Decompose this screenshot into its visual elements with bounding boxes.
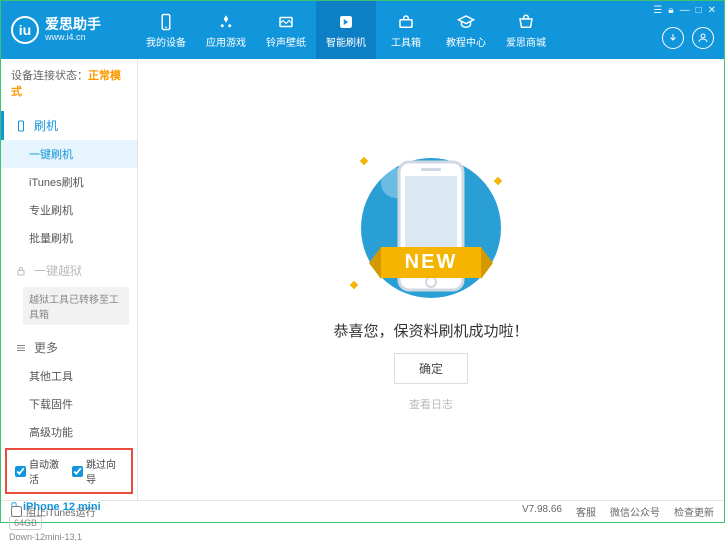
tab-tutorials[interactable]: 教程中心	[436, 1, 496, 59]
download-icon[interactable]	[662, 27, 684, 49]
more-icon	[14, 341, 28, 355]
new-badge: NEW	[381, 247, 482, 278]
flash-icon	[336, 12, 356, 32]
device-model: Down-12mini-13,1	[9, 532, 129, 542]
tab-apps[interactable]: 应用游戏	[196, 1, 256, 59]
minimize-icon[interactable]: —	[680, 5, 690, 16]
toolbox-icon	[396, 12, 416, 32]
section-more[interactable]: 更多	[1, 333, 137, 362]
apps-icon	[216, 12, 236, 32]
cb-block-itunes[interactable]: 阻止iTunes运行	[11, 504, 96, 519]
app-url: www.i4.cn	[45, 33, 101, 43]
lock-icon[interactable]: 🔒︎	[668, 5, 673, 16]
tab-my-device[interactable]: 我的设备	[136, 1, 196, 59]
sidebar-item-other-tools[interactable]: 其他工具	[1, 362, 137, 390]
tutorial-icon	[456, 12, 476, 32]
logo-area: iu 爱思助手 www.i4.cn	[11, 16, 136, 44]
sidebar-item-advanced[interactable]: 高级功能	[1, 418, 137, 446]
nav-tabs: 我的设备 应用游戏 铃声壁纸 智能刷机 工具箱 教程中心 爱思商城	[136, 1, 556, 59]
version-label: V7.98.66	[522, 504, 562, 519]
cb-skip-guide[interactable]: 跳过向导	[72, 456, 123, 486]
check-update-link[interactable]: 检查更新	[674, 504, 714, 519]
menu-icon[interactable]: ☰	[653, 5, 662, 16]
tab-ringtones[interactable]: 铃声壁纸	[256, 1, 316, 59]
lock-small-icon	[14, 264, 28, 278]
wallpaper-icon	[276, 12, 296, 32]
sidebar-item-download-fw[interactable]: 下载固件	[1, 390, 137, 418]
success-illustration: NEW	[331, 148, 531, 308]
maximize-icon[interactable]: □	[696, 5, 702, 16]
app-header: iu 爱思助手 www.i4.cn 我的设备 应用游戏 铃声壁纸 智能刷机 工具…	[1, 1, 724, 59]
logo-icon: iu	[11, 16, 39, 44]
store-icon	[516, 12, 536, 32]
wechat-link[interactable]: 微信公众号	[610, 504, 660, 519]
success-message: 恭喜您，保资料刷机成功啦！	[333, 320, 528, 341]
connection-status: 设备连接状态：正常模式	[1, 59, 137, 107]
phone-icon	[156, 12, 176, 32]
cb-auto-activate[interactable]: 自动激活	[15, 456, 66, 486]
sidebar-item-itunes[interactable]: iTunes刷机	[1, 168, 137, 196]
service-link[interactable]: 客服	[576, 504, 596, 519]
jailbreak-note: 越狱工具已转移至工具箱	[23, 287, 129, 325]
user-icon[interactable]	[692, 27, 714, 49]
section-flash[interactable]: 刷机	[1, 111, 137, 140]
sidebar-item-batch[interactable]: 批量刷机	[1, 224, 137, 252]
section-jailbreak[interactable]: 一键越狱	[1, 256, 137, 285]
confirm-button[interactable]: 确定	[394, 353, 468, 384]
phone-small-icon	[14, 119, 28, 133]
options-highlighted: 自动激活 跳过向导	[5, 448, 133, 494]
sidebar-item-oneclick[interactable]: 一键刷机	[1, 140, 137, 168]
app-title: 爱思助手	[45, 17, 101, 32]
tab-store[interactable]: 爱思商城	[496, 1, 556, 59]
tab-toolbox[interactable]: 工具箱	[376, 1, 436, 59]
close-icon[interactable]: ✕	[708, 5, 716, 16]
view-log-link[interactable]: 查看日志	[409, 396, 453, 412]
window-controls: ☰ 🔒︎ — □ ✕	[653, 5, 716, 16]
main-content: NEW 恭喜您，保资料刷机成功啦！ 确定 查看日志	[138, 59, 724, 500]
tab-smart-flash[interactable]: 智能刷机	[316, 1, 376, 59]
sidebar-item-pro[interactable]: 专业刷机	[1, 196, 137, 224]
sidebar: 设备连接状态：正常模式 刷机 一键刷机 iTunes刷机 专业刷机 批量刷机 一…	[1, 59, 138, 500]
